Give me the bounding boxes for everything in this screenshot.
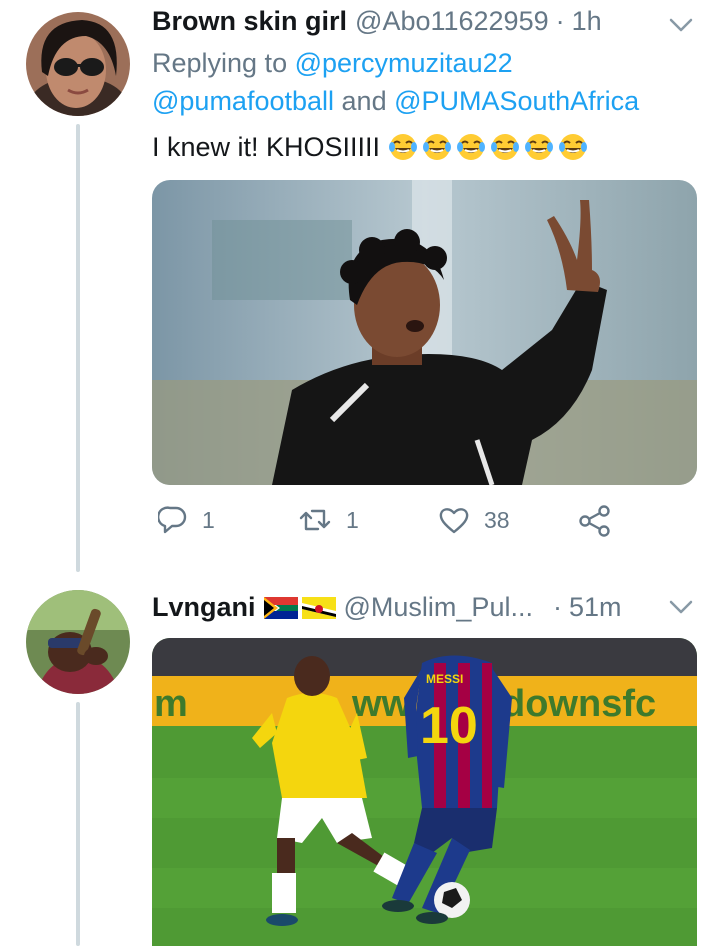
tweet-media-image[interactable] [152, 180, 697, 485]
tears-of-joy-emoji-icon [389, 134, 418, 160]
replying-to: Replying to @percymuzitau22 @pumafootbal… [152, 44, 639, 120]
reply-count: 1 [202, 506, 215, 533]
tweet-media-image[interactable]: m ww downsfc MESSI 10 [152, 638, 697, 946]
banner-left-text: m [154, 683, 188, 725]
retweet-button[interactable]: 1 [298, 505, 359, 535]
mention-link[interactable]: @PUMASouthAfrica [394, 86, 639, 116]
tears-of-joy-emoji-icon [491, 134, 520, 160]
display-name[interactable]: Brown skin girl [152, 6, 347, 37]
banner-text: downsfc [502, 683, 656, 725]
heart-icon [439, 508, 469, 534]
tears-of-joy-emoji-icon [457, 134, 486, 160]
chevron-down-icon[interactable] [668, 598, 694, 616]
separator-dot: · [555, 6, 565, 36]
timestamp[interactable]: 1h [572, 6, 602, 37]
banner-mid-text: ww [351, 683, 412, 725]
reply-icon [158, 506, 187, 534]
jersey-name-text: MESSI [426, 672, 463, 686]
south-africa-flag-icon [263, 596, 298, 619]
share-button[interactable] [578, 505, 612, 537]
tweet-1[interactable]: Brown skin girl @Abo11622959 · 1h Replyi… [0, 0, 720, 580]
brunei-flag-icon [301, 596, 336, 619]
tears-of-joy-emoji-icon [525, 134, 554, 160]
timestamp[interactable]: 51m [569, 592, 622, 623]
share-icon [579, 505, 610, 537]
separator-dot: · [552, 592, 562, 622]
tweet-text: I knew it! KHOSIIIII [152, 128, 588, 166]
reply-button[interactable]: 1 [158, 505, 215, 535]
display-name[interactable]: Lvngani [152, 592, 256, 623]
like-button[interactable]: 38 [438, 505, 510, 535]
tears-of-joy-emoji-icon [559, 134, 588, 160]
avatar[interactable] [26, 590, 130, 694]
retweet-icon [299, 509, 331, 531]
retweet-count: 1 [346, 506, 359, 533]
user-handle[interactable]: @Muslim_Pul... [344, 592, 533, 623]
tweet-text-content: I knew it! KHOSIIIII [152, 131, 381, 162]
tweet-header: Brown skin girl @Abo11622959 · 1h [152, 6, 602, 37]
tweet-header: Lvngani @Muslim_Pul... · 51m [152, 592, 622, 623]
replying-and: and [341, 86, 387, 116]
chevron-down-icon[interactable] [668, 16, 694, 34]
like-count: 38 [484, 506, 510, 533]
avatar[interactable] [26, 12, 130, 116]
mention-link[interactable]: @pumafootball [152, 86, 334, 116]
tweet-actions: 1 1 38 [158, 505, 618, 545]
replying-prefix: Replying to [152, 48, 288, 78]
user-handle[interactable]: @Abo11622959 [355, 6, 549, 37]
mention-link[interactable]: @percymuzitau22 [295, 48, 513, 78]
jersey-number-text: 10 [420, 697, 478, 755]
tweet-2[interactable]: Lvngani @Muslim_Pul... · 51m m ww downsf… [0, 580, 720, 946]
tears-of-joy-emoji-icon [423, 134, 452, 160]
